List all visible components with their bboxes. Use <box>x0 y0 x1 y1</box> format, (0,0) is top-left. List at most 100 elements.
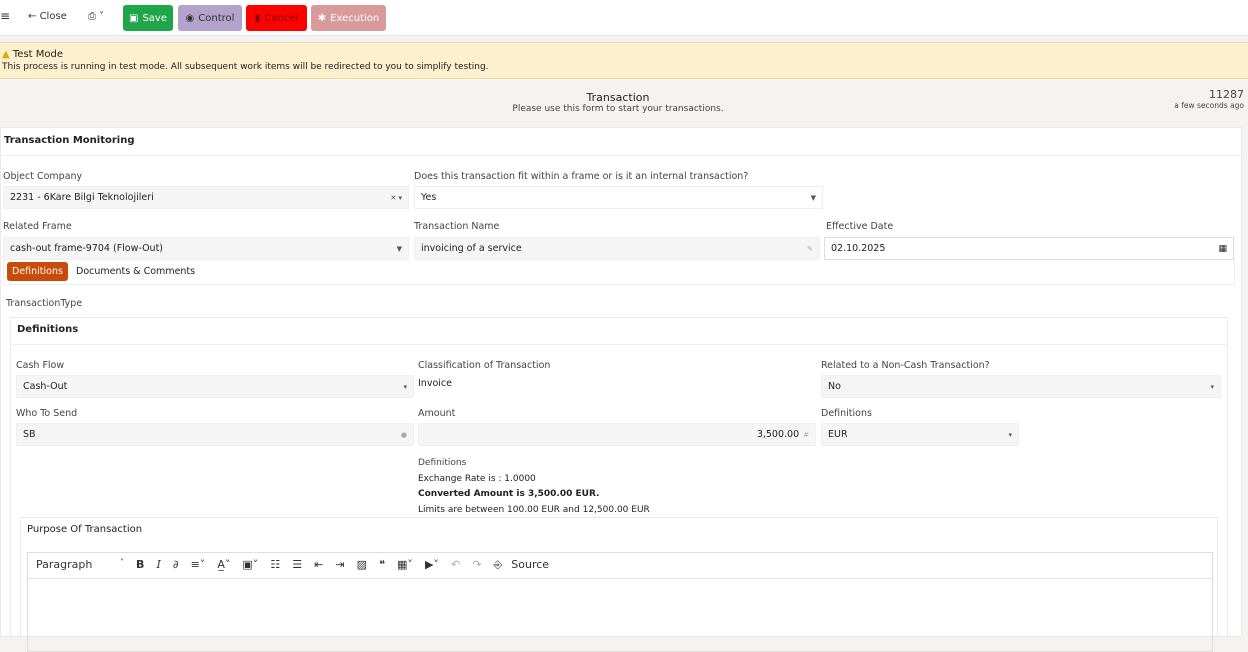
process-id: 11287 <box>1209 88 1244 101</box>
chevron-down-icon: ▼ <box>396 244 402 253</box>
frame-fit-value: Yes <box>421 192 437 203</box>
save-button[interactable]: ▣ Save <box>123 5 173 31</box>
transaction-name-value: invoicing of a service <box>421 243 522 254</box>
info-label: Definitions <box>418 458 467 468</box>
test-mode-banner: ▲ Test Mode This process is running in t… <box>0 42 1248 79</box>
frame-fit-select[interactable]: Yes ▼ <box>414 186 823 209</box>
cancel-label: Cancel <box>264 12 299 24</box>
source-label: Source <box>511 558 550 571</box>
object-company-value: 2231 - 6Kare Bilgi Teknolojileri <box>10 192 154 203</box>
frame-fit-label: Does this transaction fit within a frame… <box>414 171 749 182</box>
execution-button[interactable]: ✱ Execution <box>311 5 386 31</box>
print-icon[interactable]: ⎙ ˅ <box>88 11 104 22</box>
effective-date-input[interactable]: 02.10.2025 ▦ <box>824 237 1234 260</box>
bold-icon[interactable]: B <box>136 558 144 571</box>
non-cash-value: No <box>828 381 841 392</box>
cash-flow-value: Cash-Out <box>23 381 68 392</box>
close-label: Close <box>39 11 67 22</box>
close-button[interactable]: ← Close <box>28 11 67 22</box>
paragraph-label: Paragraph <box>36 558 93 571</box>
chevron-down-icon: ▼ <box>810 193 816 202</box>
transaction-name-label: Transaction Name <box>414 221 500 232</box>
exchange-rate-text: Exchange Rate is : 1.0000 <box>418 473 536 484</box>
transaction-name-input[interactable]: invoicing of a service ✎ <box>414 237 820 260</box>
cancel-icon: ▮ <box>254 12 261 24</box>
calendar-icon[interactable]: ▦ <box>1218 244 1227 254</box>
converted-amount-text: Converted Amount is 3,500.00 EUR. <box>418 489 600 499</box>
tabs-bar: Definitions Documents & Comments <box>3 259 1235 285</box>
media-icon[interactable]: ▶˅ <box>425 558 439 571</box>
related-frame-label: Related Frame <box>3 221 72 232</box>
classification-label: Classification of Transaction <box>418 360 551 371</box>
banner-text: This process is running in test mode. Al… <box>2 62 489 72</box>
transaction-type-label: TransactionType <box>6 298 83 309</box>
section-title: Transaction Monitoring <box>1 128 1241 156</box>
purpose-title: Purpose Of Transaction <box>27 524 143 535</box>
indent-icon[interactable]: ⇥ <box>335 558 344 571</box>
control-button[interactable]: ◉ Control <box>178 5 242 31</box>
related-frame-value: cash-out frame-9704 (Flow-Out) <box>10 243 164 254</box>
user-icon: ● <box>400 430 407 439</box>
undo-icon[interactable]: ↶ <box>451 558 460 571</box>
pencil-icon: ✎ <box>807 244 813 253</box>
numbered-list-icon[interactable]: ☰ <box>292 558 302 571</box>
hash-icon: # <box>803 430 809 439</box>
gear-icon: ✱ <box>317 12 327 24</box>
bulleted-list-icon[interactable]: ☷ <box>270 558 280 571</box>
who-to-send-value: SB <box>23 429 36 440</box>
execution-label: Execution <box>330 12 380 24</box>
menu-icon[interactable]: ≡ <box>0 9 10 23</box>
control-label: Control <box>198 12 235 24</box>
page-subtitle: Please use this form to start your trans… <box>512 104 724 114</box>
classification-value: Invoice <box>418 378 452 389</box>
currency-value: EUR <box>828 429 848 440</box>
definitions-title: Definitions <box>11 318 1227 345</box>
non-cash-select[interactable]: No ▾ <box>821 375 1221 398</box>
clear-chevron-icon[interactable]: ✕ ▾ <box>390 194 402 202</box>
top-toolbar: ≡ ← Close ⎙ ˅ ▣ Save ◉ Control ▮ Cancel ✱ Ex… <box>0 0 1248 36</box>
cash-flow-label: Cash Flow <box>16 360 65 371</box>
eye-icon: ◉ <box>185 12 195 24</box>
amount-label: Amount <box>418 408 456 419</box>
chevron-down-icon: ▾ <box>403 382 407 391</box>
source-icon: ⎆ <box>493 558 503 571</box>
redo-icon[interactable]: ↷ <box>472 558 481 571</box>
chevron-down-icon: ▾ <box>1210 382 1214 391</box>
font-color-icon[interactable]: A̲˅ <box>217 558 230 571</box>
table-icon[interactable]: ▦˅ <box>397 558 413 571</box>
rich-text-editor[interactable]: Paragraph ˅ B I ∂ ≡˅ A̲˅ ▣˅ ☷ ☰ ⇤ ⇥ ▨ ❝ ▦… <box>27 552 1213 652</box>
warning-icon: ▲ <box>2 49 10 60</box>
purpose-card: Purpose Of Transaction Paragraph ˅ B I ∂ … <box>20 517 1218 652</box>
timestamp: a few seconds ago <box>1174 101 1244 110</box>
save-icon: ▣ <box>129 12 139 24</box>
related-frame-select[interactable]: cash-out frame-9704 (Flow-Out) ▼ <box>3 237 409 260</box>
link-icon[interactable]: ∂ <box>173 558 179 571</box>
who-to-send-input[interactable]: SB ● <box>16 423 414 446</box>
currency-label: Definitions <box>821 408 872 419</box>
chevron-down-icon: ▾ <box>1008 430 1012 439</box>
effective-date-label: Effective Date <box>826 221 894 232</box>
source-button[interactable]: ⎆ Source <box>493 558 558 572</box>
cash-flow-select[interactable]: Cash-Out ▾ <box>16 375 414 398</box>
non-cash-label: Related to a Non-Cash Transaction? <box>821 360 990 371</box>
save-label: Save <box>142 12 167 24</box>
amount-value: 3,500.00 <box>756 429 800 440</box>
limits-text: Limits are between 100.00 EUR and 12,500… <box>418 504 650 515</box>
cancel-button[interactable]: ▮ Cancel <box>246 5 307 31</box>
outdent-icon[interactable]: ⇤ <box>314 558 323 571</box>
highlight-icon[interactable]: ▣˅ <box>242 558 258 571</box>
page-title: Transaction <box>586 91 650 104</box>
amount-input[interactable]: 3,500.00 # <box>418 423 816 446</box>
paragraph-select[interactable]: Paragraph ˅ <box>36 558 124 571</box>
object-company-label: Object Company <box>3 171 83 182</box>
align-icon[interactable]: ≡˅ <box>191 558 206 571</box>
tab-definitions[interactable]: Definitions <box>7 262 68 281</box>
insert-image-icon[interactable]: ▨ <box>357 558 367 571</box>
banner-title: Test Mode <box>12 49 64 60</box>
currency-select[interactable]: EUR ▾ <box>821 423 1019 446</box>
object-company-select[interactable]: 2231 - 6Kare Bilgi Teknolojileri ✕ ▾ <box>3 186 409 209</box>
italic-icon[interactable]: I <box>156 558 160 571</box>
tab-documents-comments[interactable]: Documents & Comments <box>76 266 195 277</box>
quote-icon[interactable]: ❝ <box>379 558 385 571</box>
who-to-send-label: Who To Send <box>16 408 78 419</box>
